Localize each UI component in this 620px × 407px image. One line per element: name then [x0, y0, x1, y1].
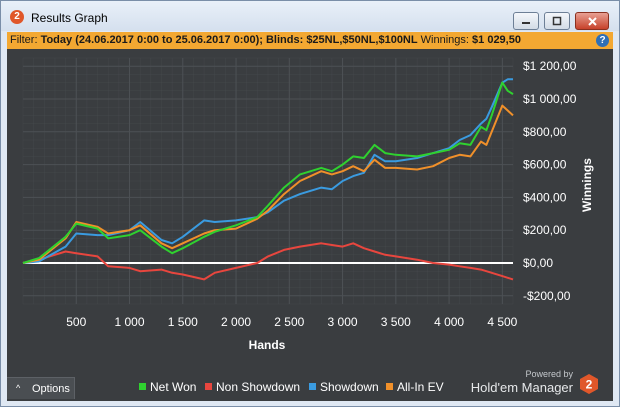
x-tick-label: 2 500 — [274, 315, 304, 329]
options-button[interactable]: ^ Options — [7, 377, 75, 399]
minor-grid — [22, 57, 514, 305]
results-graph-window: 2 Results Graph Filter: Today (24.06.201… — [0, 0, 620, 407]
legend-label: Non Showdown — [216, 380, 301, 394]
y-tick-label: $200,00 — [523, 223, 567, 237]
y-tick-label: $800,00 — [523, 125, 567, 139]
y-tick-label: $0,00 — [523, 256, 553, 270]
x-tick-label: 1 500 — [168, 315, 198, 329]
powered-by-text: Powered by — [525, 369, 573, 379]
y-tick-label: $1 000,00 — [523, 92, 577, 106]
window-title: Results Graph — [31, 11, 108, 25]
x-tick-label: 4 000 — [434, 315, 464, 329]
x-tick-label: 4 500 — [487, 315, 517, 329]
graph-panel: $1 200,00 $1 000,00 $800,00 $600,00 $400,00 $… — [7, 49, 613, 401]
powered-by-branding: Powered by Hold'em Manager — [471, 369, 575, 399]
y-tick-label: -$200,00 — [523, 289, 571, 303]
winnings-label: Winnings: — [420, 34, 469, 46]
holdem-manager-logo-icon: 2 — [580, 374, 598, 394]
legend-label: All-In EV — [397, 380, 444, 394]
legend-swatch-all-in-ev — [386, 383, 393, 390]
help-icon[interactable]: ? — [596, 34, 609, 47]
winnings-value: $1 029,50 — [472, 34, 521, 46]
minimize-icon — [514, 13, 538, 29]
x-axis-label: Hands — [249, 338, 286, 352]
x-tick-label: 1 000 — [115, 315, 145, 329]
x-tick-label: 3 500 — [381, 315, 411, 329]
logo-text: 2 — [586, 378, 593, 392]
legend-swatch-net-won — [139, 383, 146, 390]
close-icon — [576, 13, 608, 29]
x-tick-label: 2 000 — [221, 315, 251, 329]
legend-swatch-non-showdown — [205, 383, 212, 390]
y-tick-label: $600,00 — [523, 158, 567, 172]
maximize-icon — [545, 13, 569, 29]
options-label: Options — [32, 383, 70, 395]
x-axis-ticks: 500 1 000 1 500 2 000 2 500 3 000 3 500 4 000 4 … — [66, 315, 517, 329]
x-tick-label: 500 — [66, 315, 86, 329]
minimize-button[interactable] — [513, 12, 539, 30]
y-tick-label: $1 200,00 — [523, 59, 577, 73]
legend-label: Net Won — [150, 380, 197, 394]
close-button[interactable] — [575, 12, 609, 30]
legend-swatch-showdown — [309, 383, 316, 390]
y-axis-label: Winnings — [580, 158, 594, 212]
maximize-button[interactable] — [544, 12, 570, 30]
filter-bar: Filter: Today (24.06.2017 0:00 to 25.06.… — [7, 32, 613, 49]
y-tick-label: $400,00 — [523, 190, 567, 204]
title-bar[interactable]: 2 Results Graph — [1, 1, 619, 31]
app-logo-icon: 2 — [10, 10, 24, 24]
results-chart: $1 200,00 $1 000,00 $800,00 $600,00 $400,00 $… — [22, 57, 594, 352]
x-tick-label: 3 000 — [328, 315, 358, 329]
brand-name: Hold'em Manager — [470, 380, 573, 395]
legend-label: Showdown — [320, 380, 379, 394]
chevron-up-icon: ^ — [16, 383, 21, 393]
filter-text: Today (24.06.2017 0:00 to 25.06.2017 0:0… — [40, 34, 418, 46]
filter-prefix: Filter: — [10, 34, 38, 46]
y-axis-ticks: $1 200,00 $1 000,00 $800,00 $600,00 $400,00 $… — [523, 59, 577, 303]
